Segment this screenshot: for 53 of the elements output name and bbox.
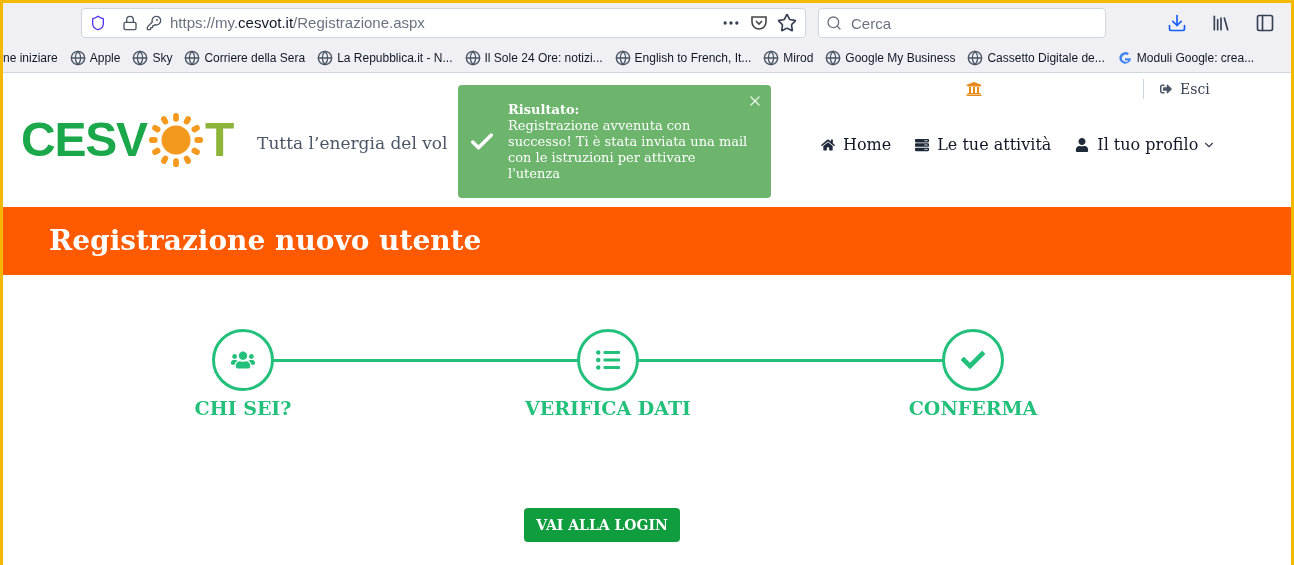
toast-title: Risultato: (508, 101, 581, 118)
bookmark-item[interactable]: Google My Business (845, 48, 956, 67)
globe-icon (967, 49, 984, 66)
globe-icon (464, 49, 481, 66)
step-label: CHI SEI? (194, 396, 292, 421)
logout-icon (1160, 83, 1172, 95)
google-icon (1116, 49, 1133, 66)
nav-link[interactable]: Le tue attività (937, 133, 1052, 157)
bookmark-item[interactable]: Cassetto Digitale de... (987, 48, 1105, 67)
page-title: Registrazione nuovo utente (49, 223, 482, 259)
login-button[interactable]: VAI ALLA LOGIN (524, 508, 680, 542)
tagline: Tutta l’energia del vol (257, 132, 448, 156)
pocket-icon[interactable] (749, 13, 769, 33)
toast-message: Registrazione avvenuta con successo! Ti è stata inviata una mail con le istruzioni per attivare l'utenza (508, 117, 748, 182)
list-icon (915, 138, 930, 152)
search-field[interactable]: Cerca (818, 8, 1106, 38)
home-icon (821, 138, 835, 152)
bookmark-item[interactable]: Moduli Google: crea... (1136, 48, 1255, 67)
globe-icon (317, 49, 334, 66)
address-bar[interactable]: https://my.cesvot.it/Registrazione.aspx (81, 8, 806, 38)
bookmark-item[interactable]: La Repubblica.it - N... (337, 48, 453, 67)
step-label: CONFERMA (908, 396, 1038, 421)
globe-icon (763, 49, 780, 66)
nav-link[interactable]: Home (843, 133, 892, 157)
globe-icon (184, 49, 201, 66)
shield-icon (90, 15, 106, 31)
globe-icon (132, 49, 149, 66)
bookmark-item[interactable]: ne iniziare (3, 48, 58, 67)
nav-link[interactable]: Il tuo profilo (1097, 133, 1199, 157)
bookmark-item[interactable]: Il Sole 24 Ore: notizi... (484, 48, 603, 67)
logout-link[interactable]: Esci (1180, 78, 1210, 100)
library-icon[interactable] (1211, 13, 1231, 33)
cesvot-logo: CESV T (21, 111, 234, 169)
bookmark-item[interactable]: Sky (152, 48, 173, 67)
star-icon[interactable] (777, 13, 797, 33)
sidebar-icon[interactable] (1255, 13, 1275, 33)
list-icon (596, 348, 620, 372)
bookmark-item[interactable]: Mirod (783, 48, 814, 67)
globe-icon (825, 49, 842, 66)
bookmark-item[interactable]: English to French, It... (634, 48, 752, 67)
check-icon (961, 348, 985, 372)
download-icon[interactable] (1167, 13, 1187, 33)
step-label: VERIFICA DATI (525, 396, 691, 421)
search-icon (826, 15, 842, 31)
bookmark-item[interactable]: Apple (89, 48, 121, 67)
user-icon (1075, 138, 1090, 152)
globe-icon (69, 49, 86, 66)
bookmark-item[interactable]: Corriere della Sera (204, 48, 306, 67)
globe-icon (614, 49, 631, 66)
institution-icon (966, 81, 982, 97)
key-icon (146, 15, 162, 31)
lock-icon (122, 15, 138, 31)
url-text: https://my.cesvot.it/Registrazione.aspx (170, 12, 425, 33)
